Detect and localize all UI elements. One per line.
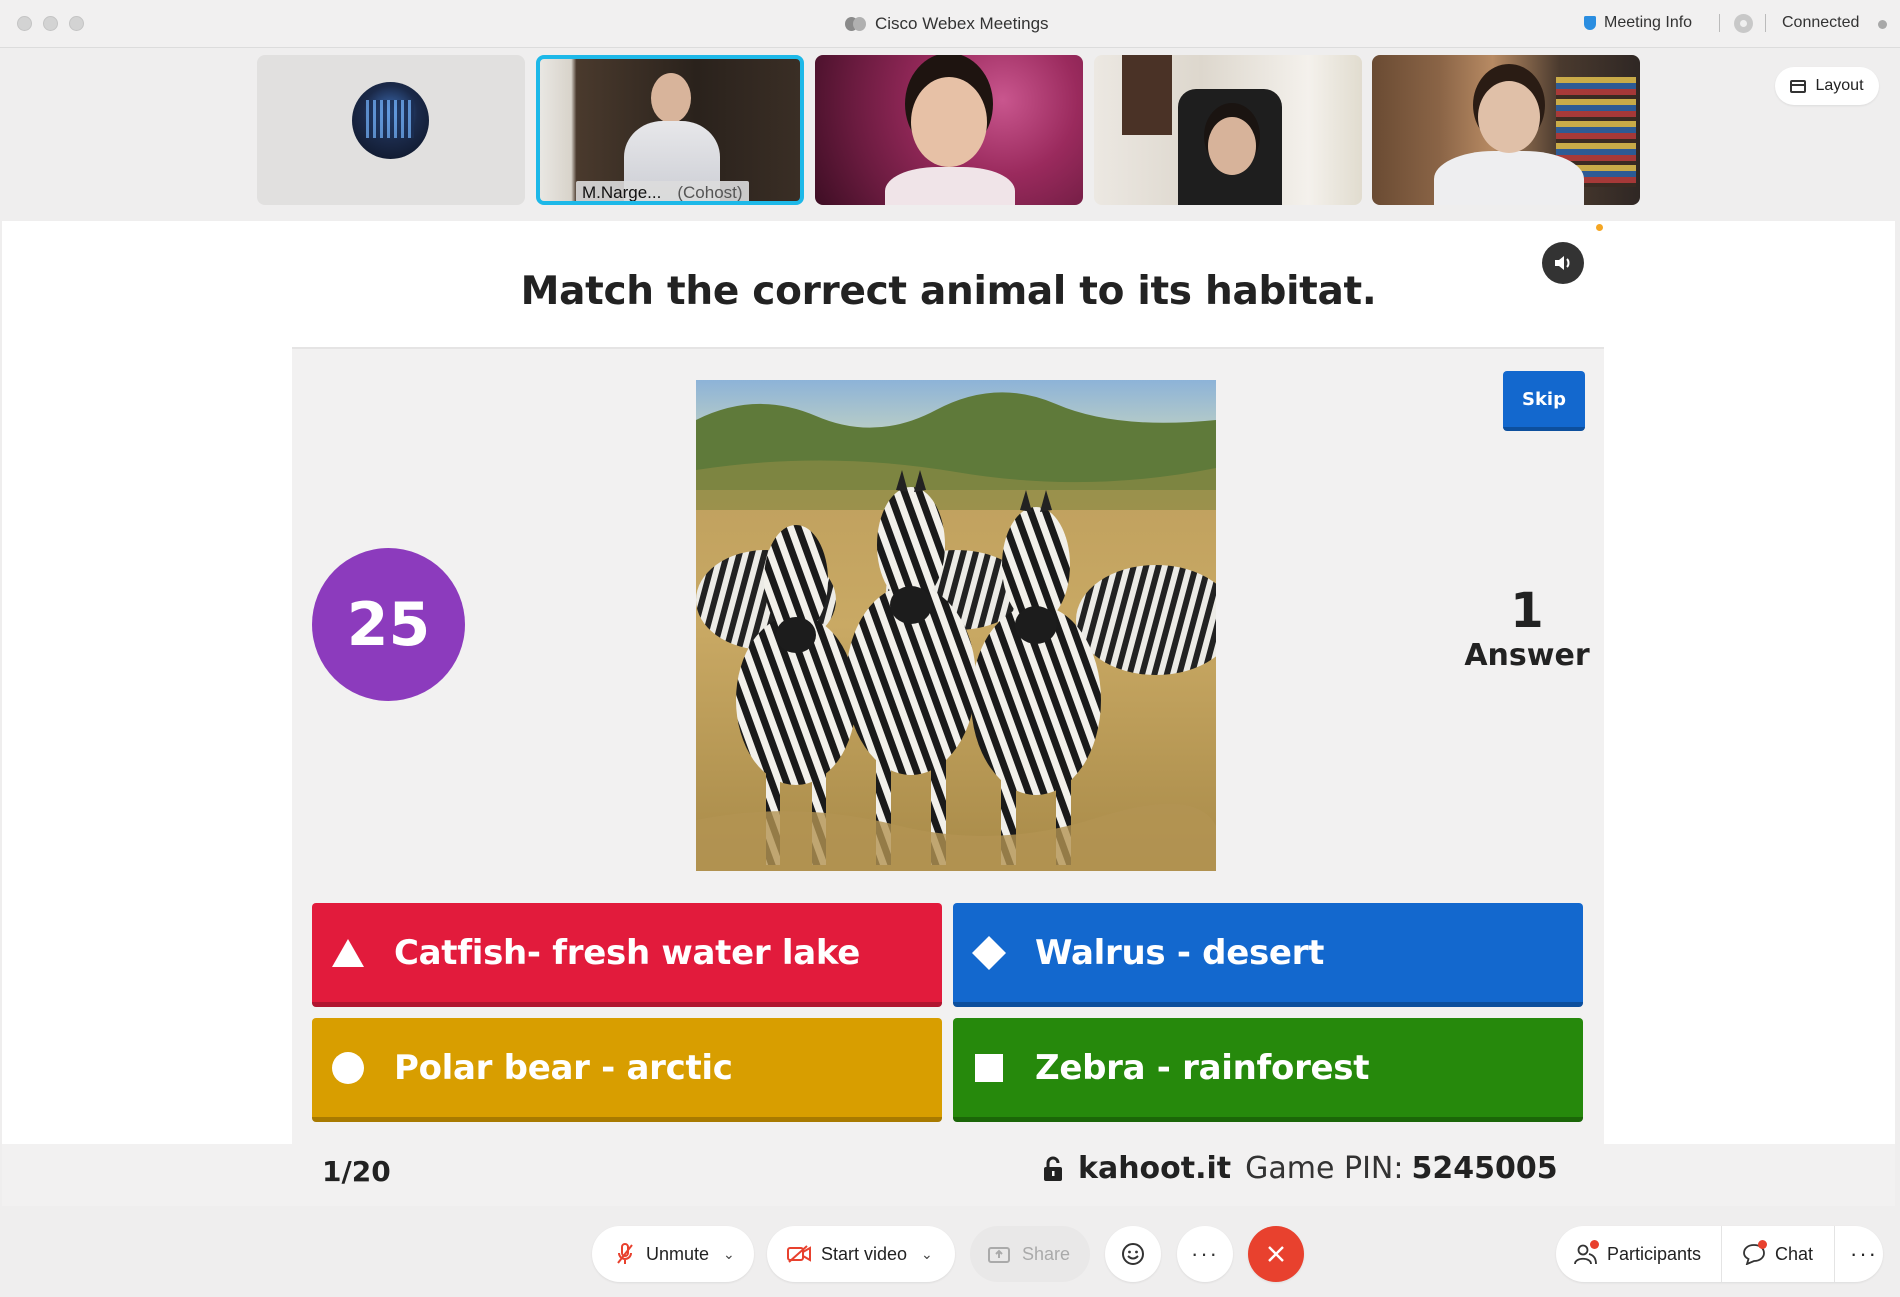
muted-microphone-icon [616, 1243, 634, 1265]
quiz-footer [2, 1144, 1895, 1206]
leave-meeting-button[interactable] [1248, 1226, 1304, 1282]
zoom-window-button[interactable] [69, 16, 84, 31]
app-title-text: Cisco Webex Meetings [875, 14, 1049, 33]
participant-video [651, 73, 691, 123]
share-icon [988, 1245, 1010, 1263]
webex-logo-icon [845, 17, 867, 31]
start-video-label: Start video [821, 1243, 908, 1264]
zebras-image [696, 380, 1216, 871]
chevron-down-icon[interactable]: ⌄ [921, 1246, 933, 1263]
notification-badge [1590, 1240, 1599, 1249]
chat-icon [1742, 1240, 1767, 1265]
game-pin-label: Game PIN: [1245, 1151, 1404, 1186]
participants-label: Participants [1607, 1243, 1702, 1264]
participant-name-tag: M.Narge... (Cohost) [576, 181, 749, 202]
participant-role: (Cohost) [677, 183, 743, 202]
answer-text: Catfish- fresh water lake [394, 932, 861, 973]
participant-video [1478, 81, 1540, 153]
divider [1719, 14, 1720, 32]
ellipsis-icon: ··· [1850, 1241, 1878, 1266]
participant-tile-avatar[interactable] [257, 55, 525, 205]
layout-button[interactable]: Layout [1775, 67, 1879, 105]
participant-video [1208, 117, 1256, 175]
answer-option-green[interactable]: Zebra - rainforest [953, 1018, 1583, 1122]
triangle-icon [326, 931, 370, 975]
notification-badge [1758, 1240, 1767, 1249]
meeting-info-label: Meeting Info [1604, 14, 1693, 31]
close-window-button[interactable] [17, 16, 32, 31]
more-panels-button[interactable]: ··· [1850, 1226, 1878, 1282]
ellipsis-icon: ··· [1191, 1241, 1219, 1266]
lock-icon [1044, 1156, 1062, 1181]
answer-text: Zebra - rainforest [1035, 1047, 1370, 1088]
divider [1834, 1226, 1835, 1282]
answer-option-yellow[interactable]: Polar bear - arctic [312, 1018, 942, 1122]
chat-label: Chat [1775, 1243, 1814, 1264]
game-pin-bar: kahoot.it Game PIN: 5245005 [1042, 1151, 1558, 1186]
recording-icon[interactable] [1734, 14, 1753, 33]
quiz-stage: 25 Skip 1 Answer Catfish- fresh water la… [292, 349, 1604, 1144]
chevron-down-icon[interactable]: ⌄ [723, 1246, 735, 1263]
more-options-button[interactable]: ··· [1177, 1226, 1233, 1282]
chat-button[interactable]: Chat [1742, 1226, 1813, 1282]
reactions-button[interactable] [1105, 1226, 1161, 1282]
shared-screen: Match the correct animal to its habitat.… [2, 221, 1895, 1206]
participant-video-body [885, 167, 1015, 205]
diamond-icon [967, 931, 1011, 975]
answer-text: Walrus - desert [1035, 932, 1325, 973]
square-icon [967, 1046, 1011, 1090]
answers-count-label: Answer [1464, 638, 1590, 673]
layout-label: Layout [1815, 77, 1864, 94]
answer-text: Polar bear - arctic [394, 1047, 733, 1088]
avatar [352, 82, 429, 159]
answer-option-red[interactable]: Catfish- fresh water lake [312, 903, 942, 1007]
participant-video [911, 77, 987, 167]
video-off-icon [787, 1245, 811, 1263]
sharing-indicator-icon [1596, 224, 1603, 231]
participants-icon [1574, 1240, 1599, 1265]
question-image [696, 380, 1216, 871]
close-icon [1268, 1246, 1284, 1262]
meeting-controls: Unmute ⌄ Start video ⌄ Share ··· Partici… [0, 1206, 1900, 1297]
background-furniture [1122, 55, 1172, 135]
share-label: Share [1022, 1243, 1071, 1264]
smiley-icon [1122, 1243, 1144, 1265]
question-counter: 1/20 [322, 1155, 391, 1188]
question-title: Match the correct animal to its habitat. [520, 269, 1377, 314]
participant-tile-active-speaker[interactable]: M.Narge... (Cohost) [536, 55, 804, 205]
shield-icon [1584, 16, 1596, 30]
countdown-timer: 25 [312, 548, 465, 701]
meeting-info-button[interactable]: Meeting Info [1584, 14, 1692, 32]
start-video-button[interactable]: Start video ⌄ [767, 1226, 955, 1282]
kahoot-site: kahoot.it [1078, 1151, 1232, 1186]
share-button[interactable]: Share [970, 1226, 1090, 1282]
app-title: Cisco Webex Meetings [845, 14, 1049, 34]
title-bar: Cisco Webex Meetings Meeting Info Connec… [0, 0, 1900, 48]
participant-tile[interactable] [1372, 55, 1640, 205]
panel-buttons: Participants Chat ··· [1556, 1226, 1883, 1282]
layout-icon [1790, 79, 1807, 93]
game-pin-value: 5245005 [1411, 1151, 1558, 1186]
divider [1721, 1226, 1722, 1282]
unmute-button[interactable]: Unmute ⌄ [592, 1226, 754, 1282]
connection-indicator-icon [1878, 20, 1887, 29]
minimize-window-button[interactable] [43, 16, 58, 31]
connection-status: Connected [1782, 14, 1860, 31]
participant-tile[interactable] [1094, 55, 1362, 205]
participant-name: M.Narge... [582, 183, 662, 202]
skip-button[interactable]: Skip [1503, 371, 1585, 431]
answers-count-number: 1 [1510, 583, 1544, 639]
participants-button[interactable]: Participants [1574, 1226, 1701, 1282]
circle-icon [326, 1046, 370, 1090]
participant-tile[interactable] [815, 55, 1083, 205]
unmute-label: Unmute [646, 1243, 710, 1264]
answer-option-blue[interactable]: Walrus - desert [953, 903, 1583, 1007]
participant-video-body [1434, 151, 1584, 205]
divider [1765, 14, 1766, 32]
answers-counter: 1 Answer [1442, 585, 1612, 675]
